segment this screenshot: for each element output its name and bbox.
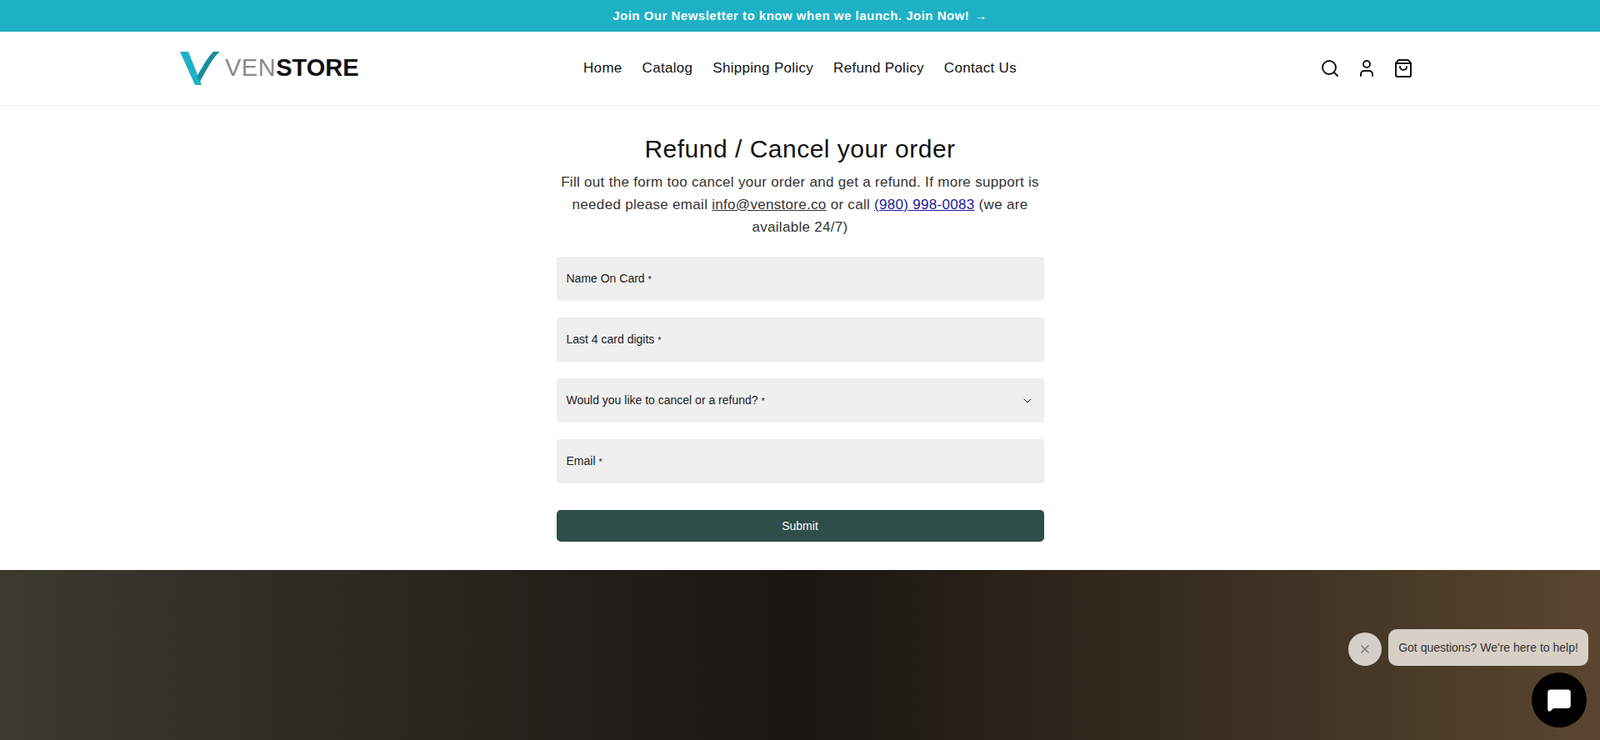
chat-bubble[interactable]: Got questions? We're here to help! bbox=[1388, 629, 1589, 666]
phone-link[interactable]: (980) 998-0083 bbox=[874, 196, 975, 213]
refund-form: Name On Card * Last 4 card digits * Would … bbox=[556, 256, 1045, 542]
nav-link[interactable]: Home bbox=[583, 57, 623, 80]
header: VENSTORE Home Catalog Shipping Policy Refund… bbox=[0, 31, 1600, 106]
submit-button[interactable]: Submit bbox=[556, 510, 1045, 542]
field-label: Email * bbox=[566, 452, 603, 470]
cart-icon[interactable] bbox=[1393, 58, 1414, 79]
chat-button[interactable] bbox=[1531, 672, 1587, 728]
chat-icon bbox=[1546, 687, 1572, 713]
email-link[interactable]: info@venstore.co bbox=[711, 196, 826, 213]
nav-link[interactable]: Contact Us bbox=[944, 57, 1017, 80]
chat-close-button[interactable] bbox=[1348, 632, 1382, 666]
close-icon bbox=[1358, 642, 1372, 656]
chat-bubble-text: Got questions? We're here to help! bbox=[1398, 639, 1579, 657]
page-title: Refund / Cancel your order bbox=[644, 134, 955, 165]
field-label: Would you like to cancel or a refund? * bbox=[566, 391, 765, 410]
announcement-text[interactable]: Join Our Newsletter to know when we laun… bbox=[612, 6, 970, 26]
input-field[interactable]: Last 4 card digits * bbox=[556, 317, 1045, 362]
announcement-bar[interactable]: Join Our Newsletter to know when we laun… bbox=[0, 0, 1600, 32]
page-description: Fill out the form too cancel your order … bbox=[554, 170, 1046, 239]
announcement-arrow: → bbox=[974, 6, 988, 26]
nav-link[interactable]: Shipping Policy bbox=[712, 57, 814, 80]
nav-link[interactable]: Refund Policy bbox=[833, 57, 925, 80]
select-field[interactable]: Would you like to cancel or a refund? * bbox=[556, 378, 1045, 423]
logo-text-light: VEN bbox=[225, 50, 276, 87]
account-icon[interactable] bbox=[1356, 58, 1377, 79]
field-label: Name On Card * bbox=[566, 270, 652, 288]
logo[interactable]: VENSTORE bbox=[178, 50, 429, 87]
field-label: Last 4 card digits * bbox=[566, 330, 662, 349]
refund-section: Refund / Cancel your order Fill out the f… bbox=[0, 105, 1600, 570]
input-field[interactable]: Name On Card * bbox=[556, 256, 1045, 301]
input-field[interactable]: Email * bbox=[556, 439, 1045, 484]
main-nav: Home Catalog Shipping Policy Refund Policy C… bbox=[583, 57, 1017, 80]
search-icon[interactable] bbox=[1320, 58, 1340, 79]
logo-text-bold: STORE bbox=[275, 50, 359, 87]
nav-link[interactable]: Catalog bbox=[642, 57, 694, 80]
page: Join Our Newsletter to know when we laun… bbox=[0, 0, 1600, 740]
chevron-down-icon bbox=[1020, 394, 1035, 408]
logo-icon bbox=[178, 50, 222, 87]
